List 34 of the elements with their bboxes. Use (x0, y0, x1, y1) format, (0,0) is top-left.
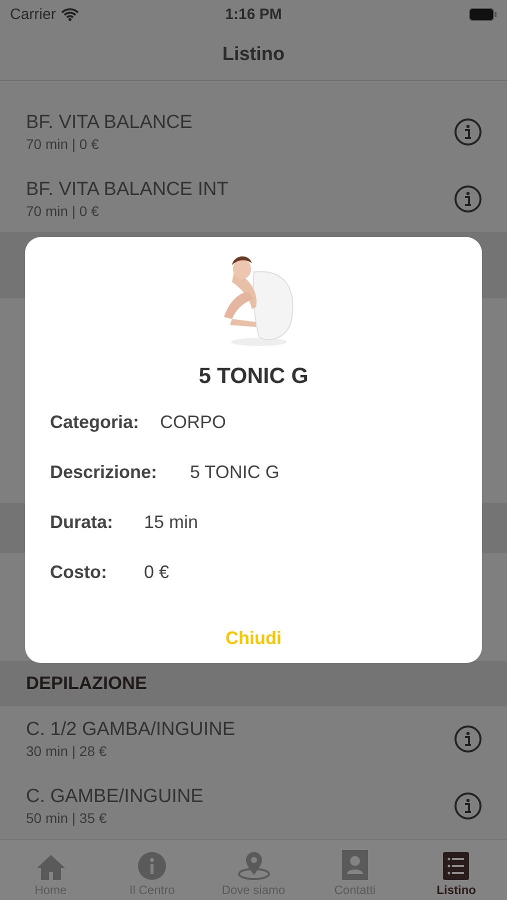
info-icon[interactable] (454, 792, 482, 820)
info-icon[interactable] (454, 725, 482, 754)
field-label: Costo: (50, 562, 108, 582)
dialog-title: 5 TONIC G (198, 363, 308, 389)
home-icon (34, 853, 67, 881)
wifi-icon (60, 8, 79, 22)
map-pin-icon (236, 849, 271, 881)
service-name: C. GAMBE/INGUINE (26, 786, 204, 808)
field-value: CORPO (160, 412, 226, 432)
battery-icon (468, 8, 497, 22)
field-label: Durata: (50, 512, 114, 532)
field-value: 5 TONIC G (190, 462, 280, 482)
service-detail: 70 min | 0 € (26, 136, 100, 152)
carrier-label: Carrier (10, 6, 56, 24)
service-name: C. 1/2 GAMBA/INGUINE (26, 719, 236, 742)
service-detail: 50 min | 35 € (26, 810, 108, 826)
info-icon[interactable] (454, 118, 482, 146)
section-header: DEPILAZIONE (0, 660, 507, 706)
tab-bar-item[interactable]: Listino (406, 840, 507, 900)
service-name: BF. VITA BALANCE INT (26, 178, 228, 201)
service-name: BF. VITA BALANCE (26, 112, 192, 134)
list-icon (442, 851, 470, 881)
close-button[interactable]: Chiudi (220, 627, 288, 650)
field-label: Categoria: (50, 412, 140, 432)
field-value: 0 € (144, 562, 170, 582)
service-detail: 30 min | 28 € (26, 743, 108, 760)
field-value: 15 min (144, 512, 198, 532)
info-icon (137, 851, 168, 881)
service-detail: 70 min | 0 € (26, 202, 100, 219)
contact-icon (340, 849, 369, 881)
screen-title: Listino (222, 44, 285, 66)
field-label: Descrizione: (50, 462, 158, 482)
info-icon[interactable] (454, 184, 482, 213)
status-time: 1:16 PM (224, 6, 283, 24)
